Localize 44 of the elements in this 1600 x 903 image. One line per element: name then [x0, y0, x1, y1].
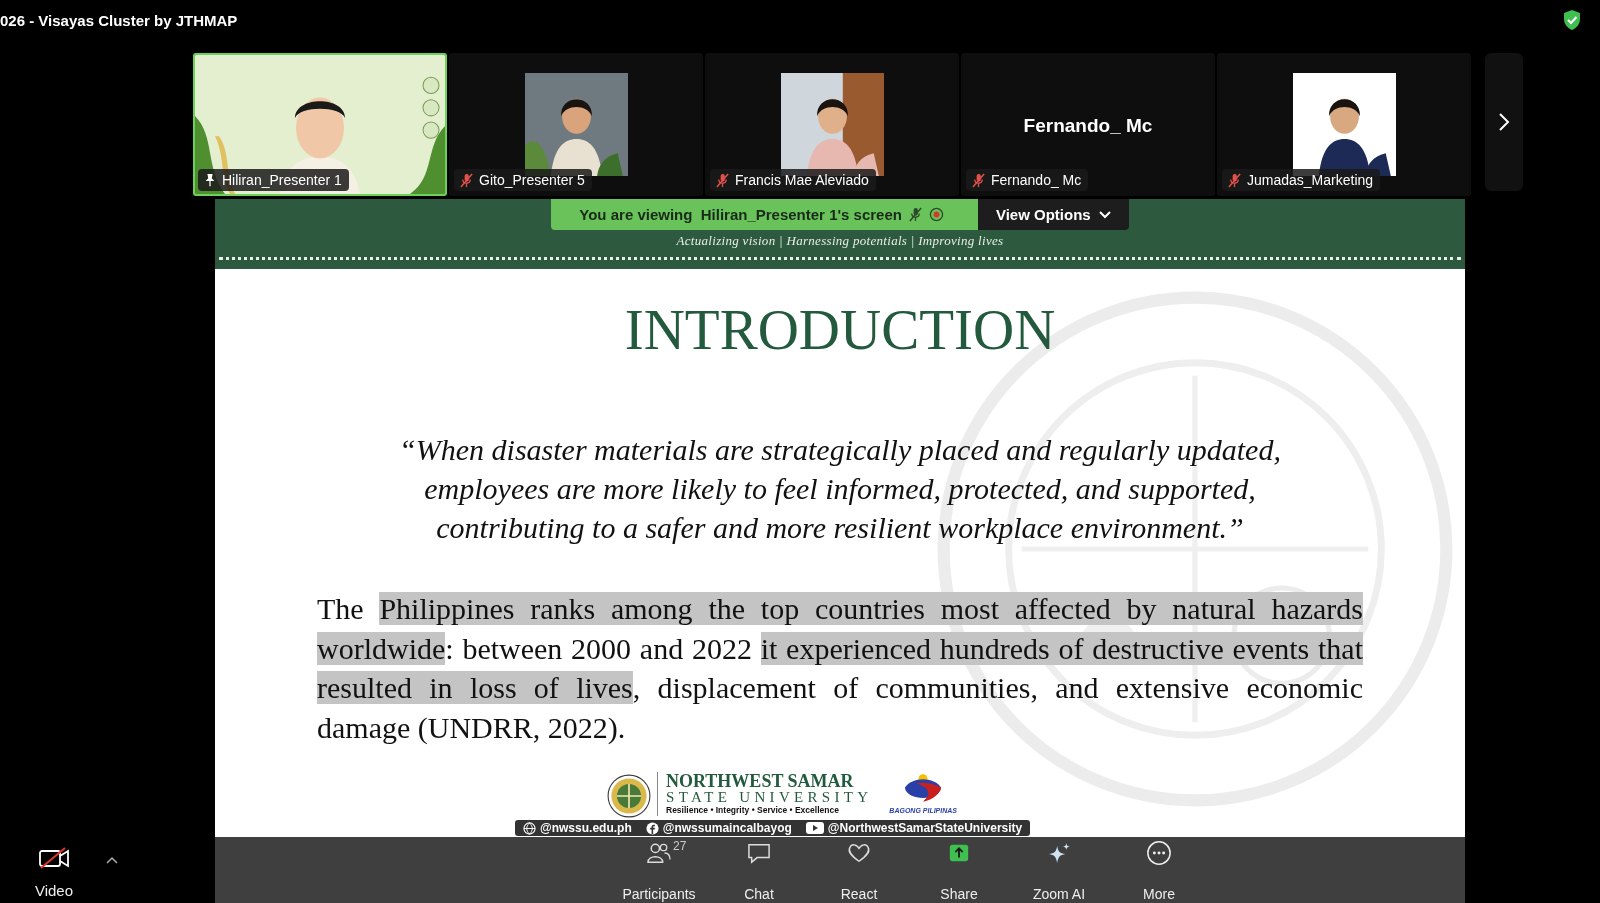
more-icon: [1145, 840, 1173, 866]
ai-button[interactable]: Zoom AI: [1020, 837, 1098, 903]
sharing-notice: You are viewing Hiliran_Presenter 1's screen: [551, 199, 978, 230]
chat-bubble-icon: [745, 842, 773, 864]
name-label: Jumadas_Marketing: [1222, 169, 1381, 191]
participant-tile[interactable]: Hiliran_Presenter 1: [193, 53, 447, 196]
caret-icon[interactable]: [106, 856, 118, 864]
social-handle: @NorthwestSamarStateUniversity: [827, 821, 1023, 835]
name-label: Hiliran_Presenter 1: [198, 169, 349, 191]
chevron-down-icon: [1098, 210, 1111, 219]
globe-icon: [523, 821, 536, 835]
share-button[interactable]: Share: [920, 837, 998, 903]
shield-check-icon[interactable]: [1562, 9, 1582, 31]
participant-name: Fernando_ Mc: [1023, 115, 1153, 137]
social-handle: @nwssumaincalbayog: [662, 821, 792, 835]
video-button[interactable]: Video: [16, 846, 92, 899]
react-button[interactable]: React: [820, 837, 898, 903]
window-title: 026 - Visayas Cluster by JTHMAP: [0, 11, 238, 29]
social-handle: @nwssu.edu.ph: [540, 821, 632, 835]
people-icon: [645, 842, 673, 864]
muted-mic-icon: [907, 207, 923, 222]
view-options-button[interactable]: View Options: [977, 199, 1129, 230]
chevron-right-icon: [1498, 112, 1510, 132]
chat-button[interactable]: Chat: [720, 837, 798, 903]
name-label: Francis Mae Aleviado: [710, 169, 876, 191]
participant-tile[interactable]: Gito_Presenter 5: [449, 53, 703, 196]
quote-line: employees are more likely to feel informed, protected, and supported,: [424, 471, 1256, 507]
participants-button[interactable]: 27 Participants: [620, 837, 698, 903]
more-button[interactable]: More: [1120, 837, 1198, 903]
record-icon: [928, 207, 944, 222]
participant-count: 27: [673, 839, 687, 853]
name-label: Gito_Presenter 5: [454, 169, 592, 191]
participant-tile[interactable]: Jumadas_Marketing: [1217, 53, 1471, 196]
participant-tile[interactable]: Fernando_ Mc Fernando_ Mc: [961, 53, 1215, 196]
slide-tagline: Actualizing vision | Harnessing potentials | Improving lives: [676, 233, 1004, 249]
university-name: NORTHWEST SAMAR: [666, 772, 855, 790]
slide-title: INTRODUCTION: [624, 297, 1056, 363]
quote-line: contributing to a safer and more resilient workplace environment.”: [436, 510, 1244, 546]
name-label: Fernando_ Mc: [966, 169, 1089, 191]
participant-tile[interactable]: Francis Mae Aleviado: [705, 53, 959, 196]
university-seal-icon: [607, 774, 651, 818]
university-name: STATE UNIVERSITY: [666, 790, 873, 805]
quote-line: “When disaster materials are strategically placed and regularly updated,: [399, 432, 1281, 468]
slide-paragraph: The Philippines ranks among the top countries most affected by natural hazards worldwide: between 2000 and 2022 it experienced hundreds of destructive events that resulted in loss of lives, displacement of communities, and extensive economic damage (UNDRR, 2022).: [317, 591, 1363, 746]
